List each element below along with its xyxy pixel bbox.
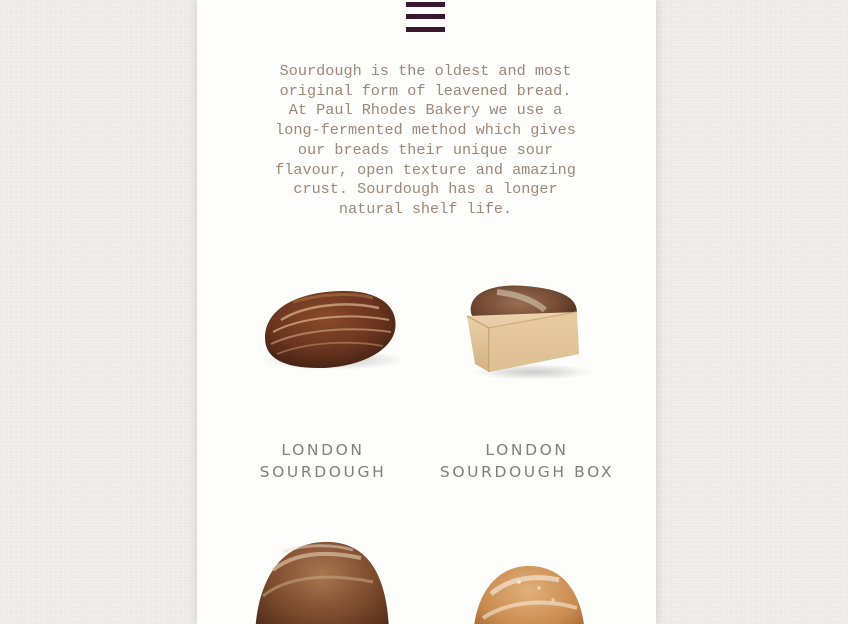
- menu-bar: [406, 2, 445, 7]
- product-name[interactable]: LONDON SOURDOUGH BOX: [427, 439, 627, 483]
- menu-bar: [406, 14, 445, 19]
- product-name[interactable]: LONDON SOURDOUGH: [223, 439, 423, 483]
- content-panel: Sourdough is the oldest and most origina…: [197, 0, 656, 624]
- product-image-sourdough-box-loaf[interactable]: [427, 268, 627, 388]
- product-image-round-loaf[interactable]: [223, 530, 423, 624]
- product-image-white-bloomer[interactable]: [427, 530, 627, 624]
- intro-paragraph: Sourdough is the oldest and most origina…: [275, 62, 576, 218]
- product-image-sourdough-loaf[interactable]: [223, 268, 423, 388]
- product-card-london-sourdough-box[interactable]: LONDON SOURDOUGH BOX: [427, 268, 627, 483]
- product-card-white-bloomer[interactable]: [427, 530, 627, 624]
- hamburger-menu-icon[interactable]: [406, 2, 445, 33]
- product-card-london-sourdough[interactable]: LONDON SOURDOUGH: [223, 268, 423, 483]
- product-card-round-loaf[interactable]: [223, 530, 423, 624]
- menu-bar: [406, 27, 445, 32]
